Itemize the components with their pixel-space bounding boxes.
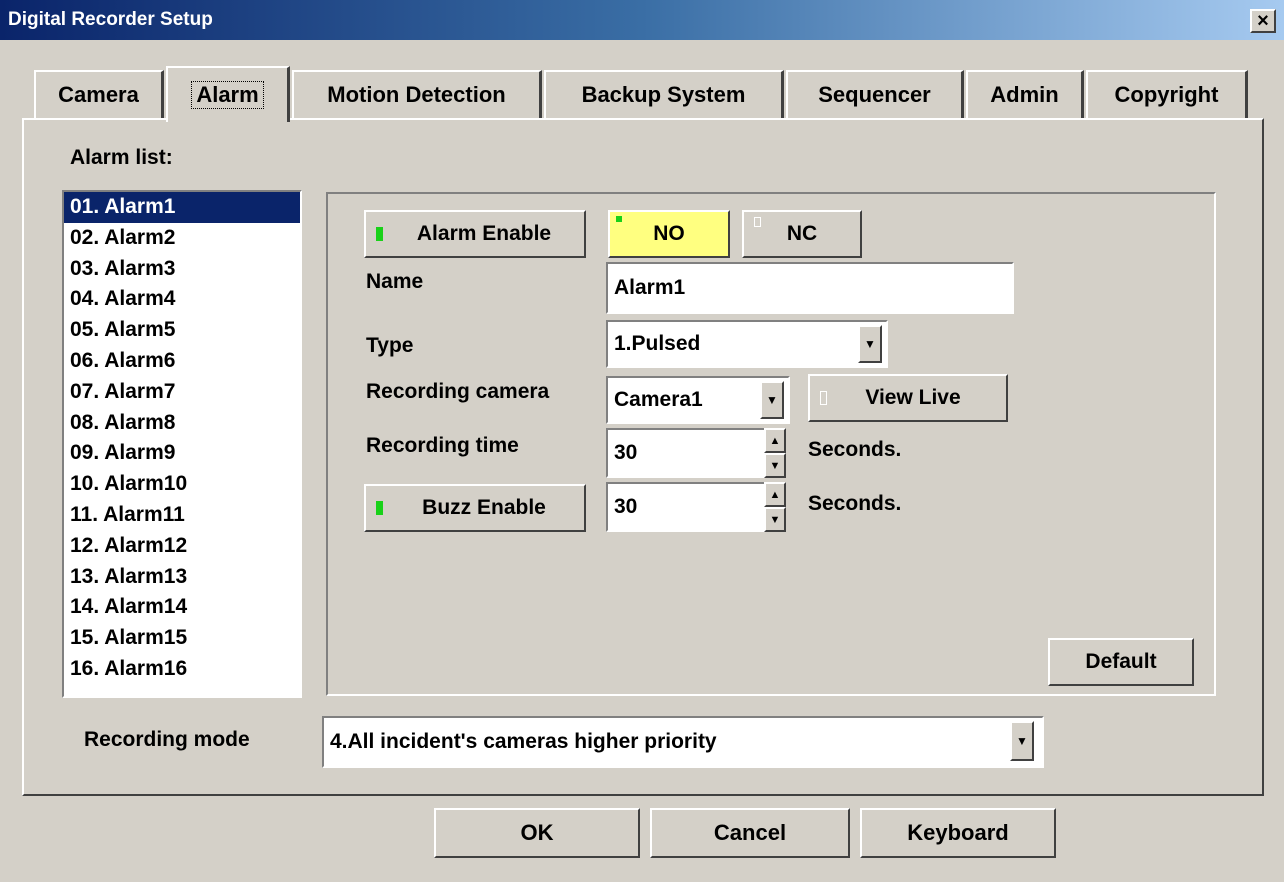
tab-label: Alarm — [191, 81, 264, 109]
buzz-enable-button[interactable]: Buzz Enable — [364, 484, 586, 532]
list-item[interactable]: 13. Alarm13 — [64, 562, 300, 593]
title-bar: Digital Recorder Setup × — [0, 0, 1284, 40]
buzz-time-unit: Seconds. — [808, 492, 902, 515]
led-on-icon — [616, 216, 622, 222]
list-item[interactable]: 10. Alarm10 — [64, 469, 300, 500]
recording-camera-value: Camera1 — [614, 388, 703, 411]
list-item[interactable]: 01. Alarm1 — [64, 192, 300, 223]
keyboard-button[interactable]: Keyboard — [860, 808, 1056, 858]
tab-label: Camera — [58, 82, 139, 107]
spin-up-icon[interactable]: ▲ — [764, 482, 786, 507]
led-on-icon — [376, 501, 383, 515]
name-input[interactable]: Alarm1 — [606, 262, 1014, 314]
list-item[interactable]: 04. Alarm4 — [64, 284, 300, 315]
default-button[interactable]: Default — [1048, 638, 1194, 686]
no-label: NO — [653, 222, 685, 245]
chevron-down-icon[interactable]: ▼ — [760, 381, 784, 419]
list-item[interactable]: 08. Alarm8 — [64, 408, 300, 439]
tab-sequencer[interactable]: Sequencer — [786, 70, 964, 118]
alarm-enable-button[interactable]: Alarm Enable — [364, 210, 586, 258]
view-live-label: View Live — [865, 386, 961, 409]
recording-time-label: Recording time — [366, 434, 519, 457]
list-item[interactable]: 16. Alarm16 — [64, 654, 300, 685]
tab-label: Copyright — [1114, 82, 1219, 107]
alarm-list[interactable]: 01. Alarm1 02. Alarm2 03. Alarm3 04. Alarm4… — [62, 190, 302, 698]
no-button[interactable]: NO — [608, 210, 730, 258]
recording-camera-label: Recording camera — [366, 380, 550, 403]
recording-mode-label: Recording mode — [84, 728, 250, 751]
recording-time-unit: Seconds. — [808, 438, 902, 461]
type-label: Type — [366, 334, 414, 357]
tab-admin[interactable]: Admin — [966, 70, 1084, 118]
close-button[interactable]: × — [1250, 9, 1276, 33]
recording-time-input[interactable]: 30 — [606, 428, 766, 478]
chevron-down-icon[interactable]: ▼ — [1010, 721, 1034, 761]
tab-copyright[interactable]: Copyright — [1086, 70, 1248, 118]
list-item[interactable]: 02. Alarm2 — [64, 223, 300, 254]
tab-label: Backup System — [581, 82, 746, 107]
tab-label: Motion Detection — [327, 82, 506, 107]
nc-button[interactable]: NC — [742, 210, 862, 258]
spin-down-icon[interactable]: ▼ — [764, 453, 786, 478]
type-dropdown[interactable]: 1.Pulsed ▼ — [606, 320, 888, 368]
recording-camera-dropdown[interactable]: Camera1 ▼ — [606, 376, 790, 424]
chevron-down-icon[interactable]: ▼ — [858, 325, 882, 363]
recording-mode-dropdown[interactable]: 4.All incident's cameras higher priority… — [322, 716, 1044, 768]
ok-button[interactable]: OK — [434, 808, 640, 858]
led-off-icon — [754, 217, 761, 227]
close-icon: × — [1257, 10, 1269, 32]
tab-motion-detection[interactable]: Motion Detection — [292, 70, 542, 118]
tab-label: Sequencer — [818, 82, 931, 107]
list-item[interactable]: 05. Alarm5 — [64, 315, 300, 346]
tab-camera[interactable]: Camera — [34, 70, 164, 118]
list-item[interactable]: 06. Alarm6 — [64, 346, 300, 377]
list-item[interactable]: 09. Alarm9 — [64, 438, 300, 469]
buzz-time-input[interactable]: 30 — [606, 482, 766, 532]
tab-backup-system[interactable]: Backup System — [544, 70, 784, 118]
buzz-enable-label: Buzz Enable — [422, 496, 546, 519]
recording-mode-value: 4.All incident's cameras higher priority — [330, 730, 717, 753]
cancel-button[interactable]: Cancel — [650, 808, 850, 858]
window-title: Digital Recorder Setup — [8, 9, 213, 30]
alarm-enable-label: Alarm Enable — [416, 222, 552, 245]
tab-alarm[interactable]: Alarm — [166, 66, 290, 122]
type-value: 1.Pulsed — [614, 332, 701, 355]
view-live-button[interactable]: View Live — [808, 374, 1008, 422]
nc-label: NC — [786, 222, 818, 245]
list-item[interactable]: 14. Alarm14 — [64, 592, 300, 623]
list-item[interactable]: 03. Alarm3 — [64, 254, 300, 285]
led-on-icon — [376, 227, 383, 241]
alarm-list-label: Alarm list: — [70, 146, 173, 169]
spin-up-icon[interactable]: ▲ — [764, 428, 786, 453]
list-item[interactable]: 11. Alarm11 — [64, 500, 300, 531]
list-item[interactable]: 07. Alarm7 — [64, 377, 300, 408]
spin-down-icon[interactable]: ▼ — [764, 507, 786, 532]
list-item[interactable]: 15. Alarm15 — [64, 623, 300, 654]
name-label: Name — [366, 270, 424, 293]
led-off-icon — [820, 391, 827, 405]
list-item[interactable]: 12. Alarm12 — [64, 531, 300, 562]
tab-label: Admin — [990, 82, 1059, 107]
